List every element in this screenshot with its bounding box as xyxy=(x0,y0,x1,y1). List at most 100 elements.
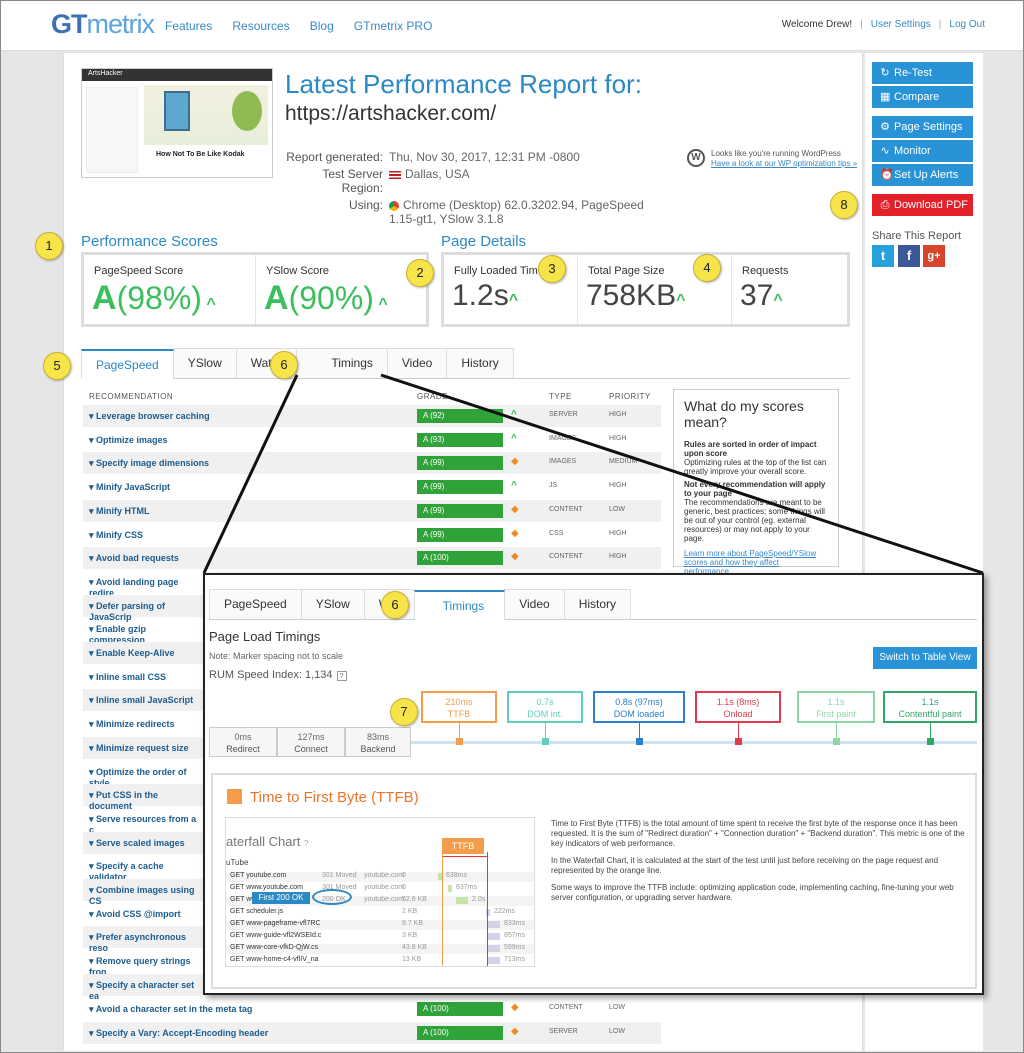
recommendation-name[interactable]: Minimize redirects xyxy=(89,719,175,730)
recommendation-row[interactable]: Minimize redirects xyxy=(83,713,203,735)
tab-yslow[interactable]: YSlow xyxy=(172,348,237,378)
recommendation-name[interactable]: Enable Keep-Alive xyxy=(89,648,175,659)
waterfall-row[interactable]: GET www-home-c4-vflIV_na 13 KB 713ms xyxy=(226,956,534,966)
gtmetrix-logo[interactable]: GTmetrix xyxy=(51,9,155,40)
waterfall-row[interactable]: GET www-guide-vfl2WSEId.c 3 KB 857ms xyxy=(226,932,534,942)
tab-timings[interactable]: Timings xyxy=(296,348,388,378)
recommendation-name[interactable]: Minimize request size xyxy=(89,743,189,754)
recommendation-row[interactable]: Optimize images A (93) ^ IMAGES HIGH xyxy=(83,429,661,451)
twitter-icon[interactable]: t xyxy=(872,245,894,267)
tab-video[interactable]: Video xyxy=(386,348,448,378)
recommendation-name[interactable]: Avoid CSS @import xyxy=(89,909,181,920)
recommendation-row[interactable]: Avoid a character set in the meta tag A (… xyxy=(83,998,661,1020)
grade-bar: A (100) xyxy=(417,1026,503,1040)
request-url: GET www-pageframe-vfl7RC xyxy=(230,920,321,927)
ttfb-end-line xyxy=(487,852,488,966)
report-url[interactable]: https://artshacker.com/ xyxy=(285,102,496,126)
recommendation-row[interactable]: Specify a cache validator xyxy=(83,855,203,882)
grade-bar: A (99) xyxy=(417,504,503,518)
logout-link[interactable]: Log Out xyxy=(949,19,985,30)
request-size: 13 KB xyxy=(402,956,422,963)
recommendation-row[interactable]: Specify image dimensions A (99) ◆ IMAGES MED… xyxy=(83,452,661,474)
recommendation-row[interactable]: Enable Keep-Alive xyxy=(83,642,203,664)
waterfall-subtitle: uTube xyxy=(226,858,249,867)
user-settings-link[interactable]: User Settings xyxy=(871,19,931,30)
gear-icon: ⚙ xyxy=(880,121,890,133)
switch-to-table-view-button[interactable]: Switch to Table View xyxy=(873,647,977,669)
recommendation-row[interactable]: Leverage browser caching A (92) ^ SERVER HIG… xyxy=(83,405,661,427)
recommendation-row[interactable]: Serve scaled images xyxy=(83,832,203,854)
learn-more-link[interactable]: Learn more about PageSpeed/YSlow scores … xyxy=(684,549,828,576)
nav-features[interactable]: Features xyxy=(165,19,212,33)
recommendation-row[interactable]: Avoid landing page redire xyxy=(83,571,203,598)
recommendation-row[interactable]: Minify HTML A (99) ◆ CONTENT LOW xyxy=(83,500,661,522)
tab-timings[interactable]: Timings xyxy=(413,590,506,620)
recommendation-name[interactable]: Specify a Vary: Accept-Encoding header xyxy=(89,1028,268,1039)
request-time: 637ms xyxy=(456,884,478,891)
google-plus-icon[interactable]: g+ xyxy=(923,245,945,267)
yslow-label: YSlow Score xyxy=(266,265,329,277)
tab-pagespeed[interactable]: PageSpeed xyxy=(209,589,302,619)
nav-blog[interactable]: Blog xyxy=(310,19,334,33)
recommendation-row[interactable]: Specify a Vary: Accept-Encoding header A … xyxy=(83,1022,661,1044)
timing-bar xyxy=(488,933,500,940)
request-domain: youtube.com xyxy=(364,884,405,891)
retest-button[interactable]: ↻ Re-Test xyxy=(872,62,973,84)
recommendation-row[interactable]: Optimize the order of style xyxy=(83,761,203,788)
help-icon[interactable]: ? xyxy=(336,671,347,681)
timing-marker: 210ms TTFB xyxy=(421,691,497,723)
tab-history[interactable]: History xyxy=(446,348,514,378)
tab-yslow[interactable]: YSlow xyxy=(300,589,365,619)
recommendation-name[interactable]: Serve scaled images xyxy=(89,838,185,849)
recommendation-row[interactable]: Remove query strings fron xyxy=(83,950,203,977)
recommendation-row[interactable]: Avoid bad requests A (100) ◆ CONTENT HIGH xyxy=(83,547,661,569)
recommendation-name[interactable]: Minify JavaScript xyxy=(89,482,170,493)
wordpress-tips-link[interactable]: Have a look at our WP optimization tips … xyxy=(711,159,861,168)
recommendation-row[interactable]: Minimize request size xyxy=(83,737,203,759)
waterfall-row[interactable]: GET www-pageframe-vfl7RC 8.7 KB 833ms xyxy=(226,920,534,930)
download-pdf-button[interactable]: ⎙ Download PDF xyxy=(872,194,973,216)
recommendation-row[interactable]: Enable gzip compression xyxy=(83,618,203,645)
tab-pagespeed[interactable]: PageSpeed xyxy=(81,349,174,379)
meta-value: Chrome (Desktop) 62.0.3202.94, PageSpeed… xyxy=(389,198,644,226)
recommendation-row[interactable]: Inline small CSS xyxy=(83,666,203,688)
nav-resources[interactable]: Resources xyxy=(232,19,289,33)
recommendation-row[interactable]: Combine images using CS xyxy=(83,879,203,906)
recommendation-name[interactable]: Avoid a character set in the meta tag xyxy=(89,1004,253,1015)
marker-dot xyxy=(636,738,643,745)
recommendation-name[interactable]: Inline small JavaScript xyxy=(89,695,193,706)
recommendation-priority: LOW xyxy=(609,1028,625,1035)
recommendation-row[interactable]: Specify a character set ea xyxy=(83,974,203,1001)
recommendation-row[interactable]: Avoid CSS @import xyxy=(83,903,203,925)
recommendation-name[interactable]: Minify CSS xyxy=(89,530,143,541)
recommendation-name[interactable]: Minify HTML xyxy=(89,506,150,517)
waterfall-row[interactable]: GET www-core-vfkD-QjW.cs 43.8 KB 599ms xyxy=(226,944,534,954)
recommendation-row[interactable]: Defer parsing of JavaScrip xyxy=(83,595,203,622)
recommendation-row[interactable]: Minify CSS A (99) ◆ CSS HIGH xyxy=(83,524,661,546)
recommendation-row[interactable]: Inline small JavaScript xyxy=(83,689,203,711)
recommendation-row[interactable]: Minify JavaScript A (99) ^ JS HIGH xyxy=(83,476,661,498)
facebook-icon[interactable]: f xyxy=(898,245,920,267)
waterfall-row[interactable]: GET scheduler.js 2 KB 222ms xyxy=(226,908,534,918)
set-up-alerts-button[interactable]: ⏰Set Up Alerts xyxy=(872,164,973,186)
ttfb-swatch xyxy=(227,789,242,804)
recommendation-name[interactable]: Specify image dimensions xyxy=(89,458,209,469)
recommendation-name[interactable]: Avoid bad requests xyxy=(89,553,179,564)
request-time: 222ms xyxy=(494,908,516,915)
request-url: GET www-home-c4-vflIV_na xyxy=(230,956,319,963)
recommendation-row[interactable]: Put CSS in the document xyxy=(83,784,203,811)
compare-button[interactable]: ▦ Compare xyxy=(872,86,973,108)
callout-badge: 7 xyxy=(390,698,418,726)
page-settings-button[interactable]: ⚙ Page Settings xyxy=(872,116,973,138)
nav-pro[interactable]: GTmetrix PRO xyxy=(354,19,433,33)
recommendation-name[interactable]: Inline small CSS xyxy=(89,672,166,683)
recommendation-type: SERVER xyxy=(549,1028,578,1035)
tab-video[interactable]: Video xyxy=(504,589,565,619)
waterfall-row[interactable]: GET youtube.com 301 Moved youtube.com 0 638m… xyxy=(226,872,534,882)
recommendation-name[interactable]: Optimize images xyxy=(89,435,168,446)
recommendation-name[interactable]: Leverage browser caching xyxy=(89,411,210,422)
monitor-button[interactable]: ∿ Monitor xyxy=(872,140,973,162)
tab-history[interactable]: History xyxy=(563,589,632,619)
recommendation-row[interactable]: Serve resources from a c xyxy=(83,808,203,835)
recommendation-row[interactable]: Prefer asynchronous reso xyxy=(83,926,203,953)
